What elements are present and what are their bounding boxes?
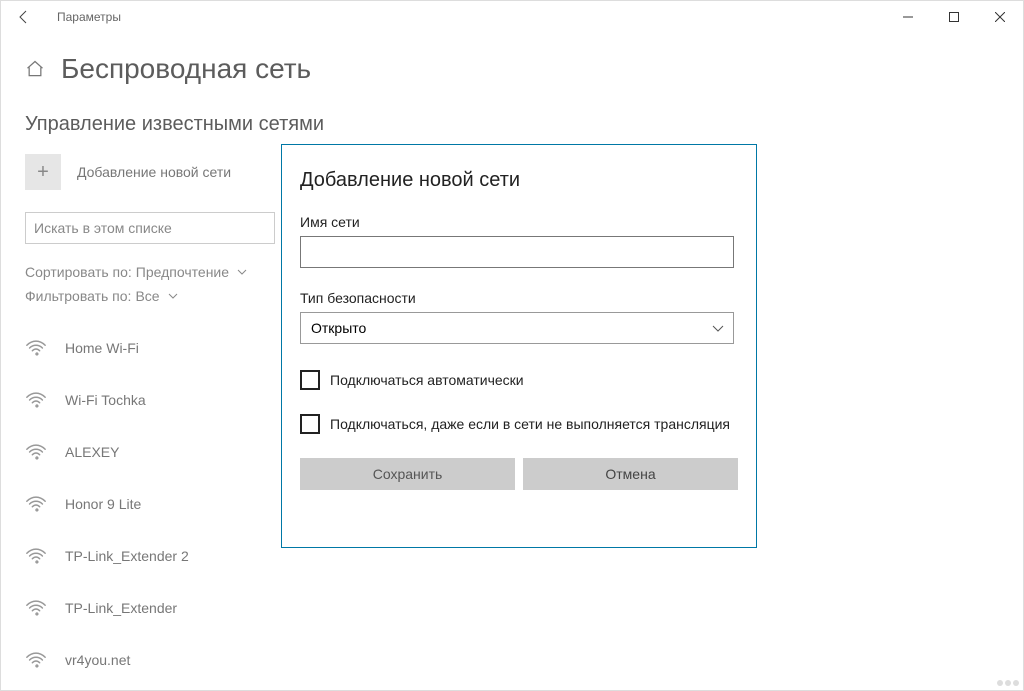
- save-button[interactable]: Сохранить: [300, 458, 515, 490]
- titlebar: Параметры: [1, 1, 1023, 33]
- add-network-label: Добавление новой сети: [77, 164, 231, 180]
- add-button[interactable]: +: [25, 154, 61, 190]
- home-icon[interactable]: [25, 59, 45, 79]
- wifi-icon: [25, 545, 47, 567]
- back-button[interactable]: [9, 2, 39, 32]
- sort-label: Сортировать по:: [25, 264, 132, 280]
- wifi-icon: [25, 597, 47, 619]
- cancel-button[interactable]: Отмена: [523, 458, 738, 490]
- filter-label: Фильтровать по:: [25, 288, 131, 304]
- connect-hidden-checkbox[interactable]: [300, 414, 320, 434]
- network-name: ALEXEY: [65, 444, 119, 460]
- page-title: Беспроводная сеть: [61, 53, 311, 85]
- network-name: TP-Link_Extender 2: [65, 548, 189, 564]
- network-name: Home Wi-Fi: [65, 340, 139, 356]
- search-input[interactable]: [25, 212, 275, 244]
- network-name-label: Имя сети: [300, 214, 738, 230]
- wifi-icon: [25, 389, 47, 411]
- sort-value: Предпочтение: [136, 264, 229, 280]
- wifi-icon: [25, 493, 47, 515]
- watermark-dots: [997, 680, 1019, 686]
- network-item[interactable]: TP-Link_Extender: [25, 582, 1023, 634]
- add-network-dialog: Добавление новой сети Имя сети Тип безоп…: [281, 144, 757, 548]
- auto-connect-row[interactable]: Подключаться автоматически: [300, 370, 738, 390]
- security-type-value: Открыто: [311, 320, 366, 336]
- connect-hidden-label: Подключаться, даже если в сети не выполн…: [330, 416, 730, 432]
- security-type-label: Тип безопасности: [300, 290, 738, 306]
- dialog-title: Добавление новой сети: [300, 169, 738, 192]
- network-name: vr4you.net: [65, 652, 130, 668]
- connect-hidden-row[interactable]: Подключаться, даже если в сети не выполн…: [300, 414, 738, 434]
- plus-icon: +: [37, 161, 49, 184]
- maximize-button[interactable]: [931, 1, 977, 33]
- auto-connect-checkbox[interactable]: [300, 370, 320, 390]
- network-name-input[interactable]: [300, 236, 734, 268]
- network-item[interactable]: vr4you.net: [25, 634, 1023, 686]
- filter-value: Все: [135, 288, 159, 304]
- close-button[interactable]: [977, 1, 1023, 33]
- auto-connect-label: Подключаться автоматически: [330, 372, 524, 388]
- chevron-down-icon: [237, 267, 247, 278]
- page-header: Беспроводная сеть: [1, 33, 1023, 85]
- wifi-icon: [25, 649, 47, 671]
- wifi-icon: [25, 337, 47, 359]
- minimize-button[interactable]: [885, 1, 931, 33]
- network-name: TP-Link_Extender: [65, 600, 177, 616]
- network-name: Wi-Fi Tochka: [65, 392, 146, 408]
- security-type-select[interactable]: Открыто: [300, 312, 734, 344]
- network-name: Honor 9 Lite: [65, 496, 141, 512]
- chevron-down-icon: [168, 291, 178, 302]
- section-subheader: Управление известными сетями: [25, 113, 1023, 136]
- window-title: Параметры: [57, 10, 121, 24]
- wifi-icon: [25, 441, 47, 463]
